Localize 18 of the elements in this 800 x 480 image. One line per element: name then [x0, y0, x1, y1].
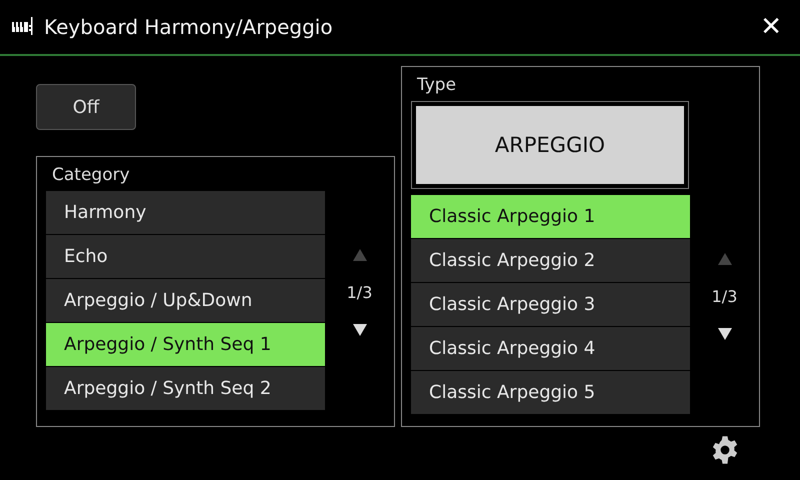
type-button[interactable]: ARPEGGIO [416, 106, 684, 184]
list-item[interactable]: Echo [46, 235, 325, 278]
list-item[interactable]: Harmony [46, 191, 325, 234]
list-item[interactable]: Classic Arpeggio 3 [411, 283, 690, 326]
list-item[interactable]: Classic Arpeggio 5 [411, 371, 690, 414]
panel-title: Type [416, 74, 458, 97]
list-item[interactable]: Classic Arpeggio 1 [411, 195, 690, 238]
close-button[interactable]: ✕ [754, 12, 788, 42]
page-indicator: 1/3 [712, 287, 738, 306]
list-item[interactable]: Classic Arpeggio 4 [411, 327, 690, 370]
list-item[interactable]: Arpeggio / Up&Down [46, 279, 325, 322]
panel-title: Category [51, 164, 131, 187]
off-button[interactable]: Off [36, 84, 136, 130]
list-item[interactable]: Arpeggio / Synth Seq 1 [46, 323, 325, 366]
window-title: Keyboard Harmony/Arpeggio [44, 15, 334, 39]
list-item[interactable]: Classic Arpeggio 2 [411, 239, 690, 282]
list-item[interactable]: Arpeggio / Synth Seq 2 [46, 367, 325, 410]
page-indicator: 1/3 [346, 283, 372, 302]
